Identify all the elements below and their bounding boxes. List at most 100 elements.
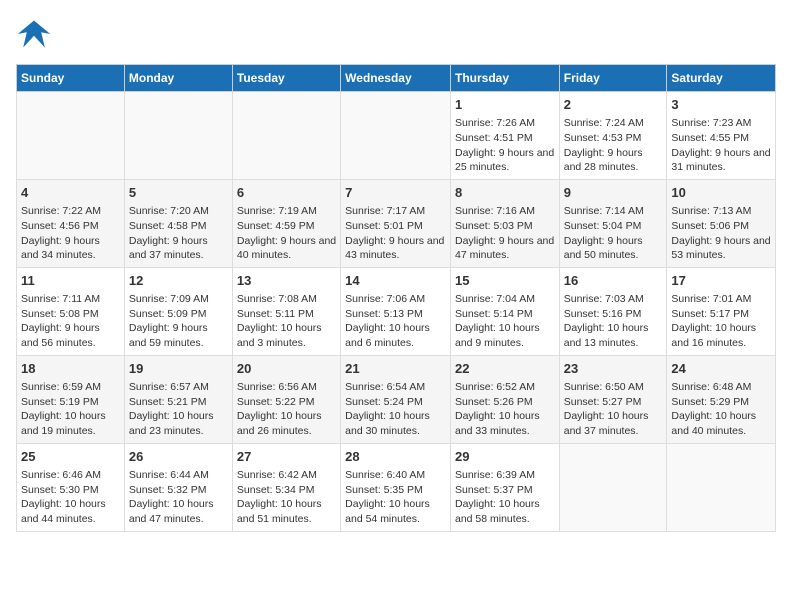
day-number: 3: [671, 96, 771, 114]
calendar-cell: 16 Sunrise: 7:03 AM Sunset: 5:16 PM Dayli…: [559, 267, 667, 355]
day-number: 9: [564, 184, 663, 202]
header-cell-sunday: Sunday: [17, 65, 125, 92]
day-number: 18: [21, 360, 120, 378]
logo-icon: [16, 16, 52, 52]
calendar-cell: 15 Sunrise: 7:04 AM Sunset: 5:14 PM Dayli…: [450, 267, 559, 355]
day-number: 13: [237, 272, 336, 290]
day-info: Sunrise: 6:44 AM Sunset: 5:32 PM Dayligh…: [129, 468, 228, 527]
day-info: Sunrise: 7:13 AM Sunset: 5:06 PM Dayligh…: [671, 204, 771, 263]
calendar-cell: 2Sunrise: 7:24 AM Sunset: 4:53 PM Daylig…: [559, 92, 667, 180]
calendar-cell: 22 Sunrise: 6:52 AM Sunset: 5:26 PM Dayli…: [450, 355, 559, 443]
calendar-cell: 26 Sunrise: 6:44 AM Sunset: 5:32 PM Dayli…: [124, 443, 232, 531]
day-info: Sunrise: 6:42 AM Sunset: 5:34 PM Dayligh…: [237, 468, 336, 527]
day-number: 21: [345, 360, 446, 378]
day-number: 24: [671, 360, 771, 378]
calendar-week-5: 25 Sunrise: 6:46 AM Sunset: 5:30 PM Dayli…: [17, 443, 776, 531]
day-number: 7: [345, 184, 446, 202]
calendar-cell: 13 Sunrise: 7:08 AM Sunset: 5:11 PM Dayli…: [232, 267, 340, 355]
day-info: Sunrise: 7:11 AM Sunset: 5:08 PM Dayligh…: [21, 292, 120, 351]
calendar-cell: 18Sunrise: 6:59 AM Sunset: 5:19 PM Dayli…: [17, 355, 125, 443]
header-cell-tuesday: Tuesday: [232, 65, 340, 92]
header-cell-monday: Monday: [124, 65, 232, 92]
day-number: 27: [237, 448, 336, 466]
day-info: Sunrise: 6:56 AM Sunset: 5:22 PM Dayligh…: [237, 380, 336, 439]
day-number: 25: [21, 448, 120, 466]
calendar-header: SundayMondayTuesdayWednesdayThursdayFrid…: [17, 65, 776, 92]
calendar-cell: 3 Sunrise: 7:23 AM Sunset: 4:55 PM Daylig…: [667, 92, 776, 180]
day-info: Sunrise: 6:48 AM Sunset: 5:29 PM Dayligh…: [671, 380, 771, 439]
day-number: 15: [455, 272, 555, 290]
calendar-cell: 8Sunrise: 7:16 AM Sunset: 5:03 PM Daylig…: [450, 179, 559, 267]
day-number: 23: [564, 360, 663, 378]
day-info: Sunrise: 7:16 AM Sunset: 5:03 PM Dayligh…: [455, 204, 555, 263]
day-info: Sunrise: 7:26 AM Sunset: 4:51 PM Dayligh…: [455, 116, 555, 175]
calendar-cell: 7 Sunrise: 7:17 AM Sunset: 5:01 PM Daylig…: [341, 179, 451, 267]
page-header: [16, 16, 776, 52]
day-number: 28: [345, 448, 446, 466]
calendar-cell: 27 Sunrise: 6:42 AM Sunset: 5:34 PM Dayli…: [232, 443, 340, 531]
calendar-cell: 20Sunrise: 6:56 AM Sunset: 5:22 PM Dayli…: [232, 355, 340, 443]
day-number: 1: [455, 96, 555, 114]
day-info: Sunrise: 7:04 AM Sunset: 5:14 PM Dayligh…: [455, 292, 555, 351]
calendar-cell: [341, 92, 451, 180]
day-number: 11: [21, 272, 120, 290]
calendar-cell: [559, 443, 667, 531]
calendar-cell: 6Sunrise: 7:19 AM Sunset: 4:59 PM Daylig…: [232, 179, 340, 267]
day-info: Sunrise: 7:09 AM Sunset: 5:09 PM Dayligh…: [129, 292, 228, 351]
header-cell-wednesday: Wednesday: [341, 65, 451, 92]
day-number: 26: [129, 448, 228, 466]
calendar-cell: 19Sunrise: 6:57 AM Sunset: 5:21 PM Dayli…: [124, 355, 232, 443]
calendar-cell: 4Sunrise: 7:22 AM Sunset: 4:56 PM Daylig…: [17, 179, 125, 267]
header-cell-saturday: Saturday: [667, 65, 776, 92]
day-info: Sunrise: 7:20 AM Sunset: 4:58 PM Dayligh…: [129, 204, 228, 263]
calendar-cell: 11 Sunrise: 7:11 AM Sunset: 5:08 PM Dayli…: [17, 267, 125, 355]
day-info: Sunrise: 6:40 AM Sunset: 5:35 PM Dayligh…: [345, 468, 446, 527]
day-number: 17: [671, 272, 771, 290]
calendar-cell: 17 Sunrise: 7:01 AM Sunset: 5:17 PM Dayli…: [667, 267, 776, 355]
calendar-cell: [124, 92, 232, 180]
day-number: 10: [671, 184, 771, 202]
calendar-cell: 21 Sunrise: 6:54 AM Sunset: 5:24 PM Dayli…: [341, 355, 451, 443]
header-row: SundayMondayTuesdayWednesdayThursdayFrid…: [17, 65, 776, 92]
calendar-cell: 29 Sunrise: 6:39 AM Sunset: 5:37 PM Dayli…: [450, 443, 559, 531]
calendar-body: 1 Sunrise: 7:26 AM Sunset: 4:51 PM Daylig…: [17, 92, 776, 532]
day-number: 5: [129, 184, 228, 202]
calendar-cell: 9 Sunrise: 7:14 AM Sunset: 5:04 PM Daylig…: [559, 179, 667, 267]
day-number: 22: [455, 360, 555, 378]
calendar-cell: 12 Sunrise: 7:09 AM Sunset: 5:09 PM Dayli…: [124, 267, 232, 355]
header-cell-friday: Friday: [559, 65, 667, 92]
day-info: Sunrise: 7:01 AM Sunset: 5:17 PM Dayligh…: [671, 292, 771, 351]
calendar-cell: [17, 92, 125, 180]
calendar-cell: 5 Sunrise: 7:20 AM Sunset: 4:58 PM Daylig…: [124, 179, 232, 267]
calendar-week-4: 18Sunrise: 6:59 AM Sunset: 5:19 PM Dayli…: [17, 355, 776, 443]
day-info: Sunrise: 6:52 AM Sunset: 5:26 PM Dayligh…: [455, 380, 555, 439]
day-info: Sunrise: 6:54 AM Sunset: 5:24 PM Dayligh…: [345, 380, 446, 439]
calendar-cell: 14 Sunrise: 7:06 AM Sunset: 5:13 PM Dayli…: [341, 267, 451, 355]
day-info: Sunrise: 7:17 AM Sunset: 5:01 PM Dayligh…: [345, 204, 446, 263]
calendar-week-3: 11 Sunrise: 7:11 AM Sunset: 5:08 PM Dayli…: [17, 267, 776, 355]
day-number: 29: [455, 448, 555, 466]
day-number: 14: [345, 272, 446, 290]
day-info: Sunrise: 7:23 AM Sunset: 4:55 PM Dayligh…: [671, 116, 771, 175]
day-number: 16: [564, 272, 663, 290]
day-number: 12: [129, 272, 228, 290]
calendar-cell: 25 Sunrise: 6:46 AM Sunset: 5:30 PM Dayli…: [17, 443, 125, 531]
calendar-cell: 24 Sunrise: 6:48 AM Sunset: 5:29 PM Dayli…: [667, 355, 776, 443]
calendar-cell: [232, 92, 340, 180]
day-info: Sunrise: 6:50 AM Sunset: 5:27 PM Dayligh…: [564, 380, 663, 439]
day-info: Sunrise: 7:19 AM Sunset: 4:59 PM Dayligh…: [237, 204, 336, 263]
calendar-cell: [667, 443, 776, 531]
day-info: Sunrise: 7:14 AM Sunset: 5:04 PM Dayligh…: [564, 204, 663, 263]
day-info: Sunrise: 7:06 AM Sunset: 5:13 PM Dayligh…: [345, 292, 446, 351]
calendar-week-2: 4Sunrise: 7:22 AM Sunset: 4:56 PM Daylig…: [17, 179, 776, 267]
day-info: Sunrise: 7:08 AM Sunset: 5:11 PM Dayligh…: [237, 292, 336, 351]
day-info: Sunrise: 7:22 AM Sunset: 4:56 PM Dayligh…: [21, 204, 120, 263]
calendar-cell: 23 Sunrise: 6:50 AM Sunset: 5:27 PM Dayli…: [559, 355, 667, 443]
header-cell-thursday: Thursday: [450, 65, 559, 92]
logo: [16, 16, 56, 52]
day-info: Sunrise: 6:39 AM Sunset: 5:37 PM Dayligh…: [455, 468, 555, 527]
day-info: Sunrise: 7:03 AM Sunset: 5:16 PM Dayligh…: [564, 292, 663, 351]
day-info: Sunrise: 6:46 AM Sunset: 5:30 PM Dayligh…: [21, 468, 120, 527]
calendar-cell: 10 Sunrise: 7:13 AM Sunset: 5:06 PM Dayli…: [667, 179, 776, 267]
day-number: 2: [564, 96, 663, 114]
